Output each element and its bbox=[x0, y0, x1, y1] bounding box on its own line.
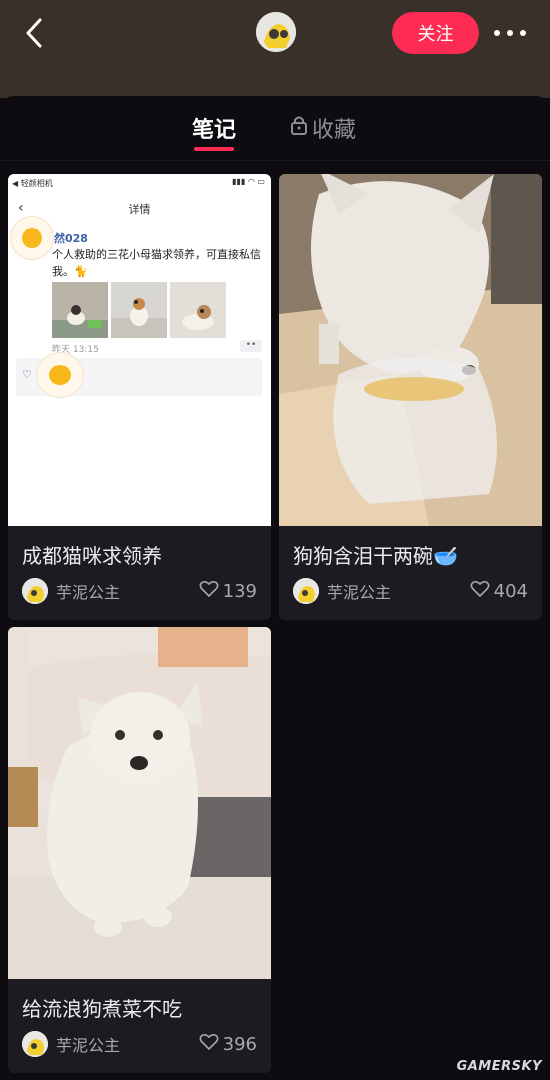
tab-notes-label: 笔记 bbox=[192, 118, 237, 143]
egg-sticker-icon bbox=[10, 216, 54, 260]
tab-notes[interactable]: 笔记 bbox=[192, 112, 236, 144]
author-avatar[interactable] bbox=[22, 578, 48, 604]
heart-icon: ♡ bbox=[22, 368, 32, 381]
more-dots: •• bbox=[240, 340, 262, 352]
author-name[interactable]: 芋泥公主 bbox=[56, 1032, 199, 1056]
active-tab-indicator bbox=[194, 147, 234, 151]
note-title: 狗狗含泪干两碗🥣 bbox=[293, 544, 458, 568]
battery-icon: ▮▮▮ ◠ ▭ bbox=[232, 177, 265, 186]
like-count-value: 139 bbox=[222, 580, 257, 602]
top-bar: 关注 bbox=[0, 0, 550, 98]
status-bar-app: ◀ 轻颜相机 bbox=[12, 179, 53, 188]
profile-avatar[interactable] bbox=[256, 12, 296, 52]
like-count[interactable]: 139 bbox=[199, 580, 257, 603]
heart-icon bbox=[470, 580, 490, 603]
note-author-row: 芋泥公主 139 bbox=[22, 577, 257, 605]
post-text: 个人救助的三花小母猫求领养，可直接私信我。🐈 bbox=[52, 248, 261, 278]
heart-icon bbox=[199, 580, 219, 603]
back-icon[interactable] bbox=[20, 16, 52, 50]
watermark: GAMERSKY bbox=[456, 1059, 542, 1074]
note-card[interactable]: ◀ 轻颜相机 ▮▮▮ ◠ ▭ ‹ 详情 然028 个人救助的三花小母猫求领养，可… bbox=[8, 174, 271, 620]
note-card[interactable]: 狗狗含泪干两碗🥣 芋泥公主 404 bbox=[279, 174, 542, 620]
note-cover-dog-eating bbox=[279, 174, 542, 526]
author-name[interactable]: 芋泥公主 bbox=[327, 579, 470, 603]
post-username: 然028 bbox=[54, 232, 88, 245]
follow-button[interactable]: 关注 bbox=[392, 12, 479, 54]
egg-sticker-icon bbox=[36, 352, 84, 398]
tab-favorites[interactable]: 收藏 bbox=[290, 112, 356, 144]
author-name[interactable]: 芋泥公主 bbox=[56, 579, 199, 603]
detail-title: 详情 bbox=[128, 203, 151, 216]
author-avatar[interactable] bbox=[22, 1031, 48, 1057]
note-author-row: 芋泥公主 404 bbox=[293, 577, 528, 605]
cat-photo-2 bbox=[111, 282, 167, 338]
cat-photo-3 bbox=[170, 282, 226, 338]
like-count[interactable]: 404 bbox=[470, 580, 528, 603]
like-count-value: 396 bbox=[222, 1033, 257, 1055]
like-count[interactable]: 396 bbox=[199, 1033, 257, 1056]
tab-favorites-label: 收藏 bbox=[312, 118, 357, 143]
heart-icon bbox=[199, 1033, 219, 1056]
lock-icon bbox=[290, 115, 308, 141]
tab-divider bbox=[0, 160, 550, 161]
note-cover-dog-sitting bbox=[8, 627, 271, 979]
note-title: 给流浪狗煮菜不吃 bbox=[22, 997, 182, 1021]
note-author-row: 芋泥公主 396 bbox=[22, 1030, 257, 1058]
author-avatar[interactable] bbox=[293, 578, 319, 604]
note-card[interactable]: 给流浪狗煮菜不吃 芋泥公主 396 bbox=[8, 627, 271, 1073]
cat-photo-1 bbox=[52, 282, 108, 338]
more-options-icon[interactable] bbox=[494, 22, 526, 44]
note-title: 成都猫咪求领养 bbox=[22, 544, 162, 568]
note-cover-screenshot: ◀ 轻颜相机 ▮▮▮ ◠ ▭ ‹ 详情 然028 个人救助的三花小母猫求领养，可… bbox=[8, 174, 271, 526]
like-count-value: 404 bbox=[493, 580, 528, 602]
